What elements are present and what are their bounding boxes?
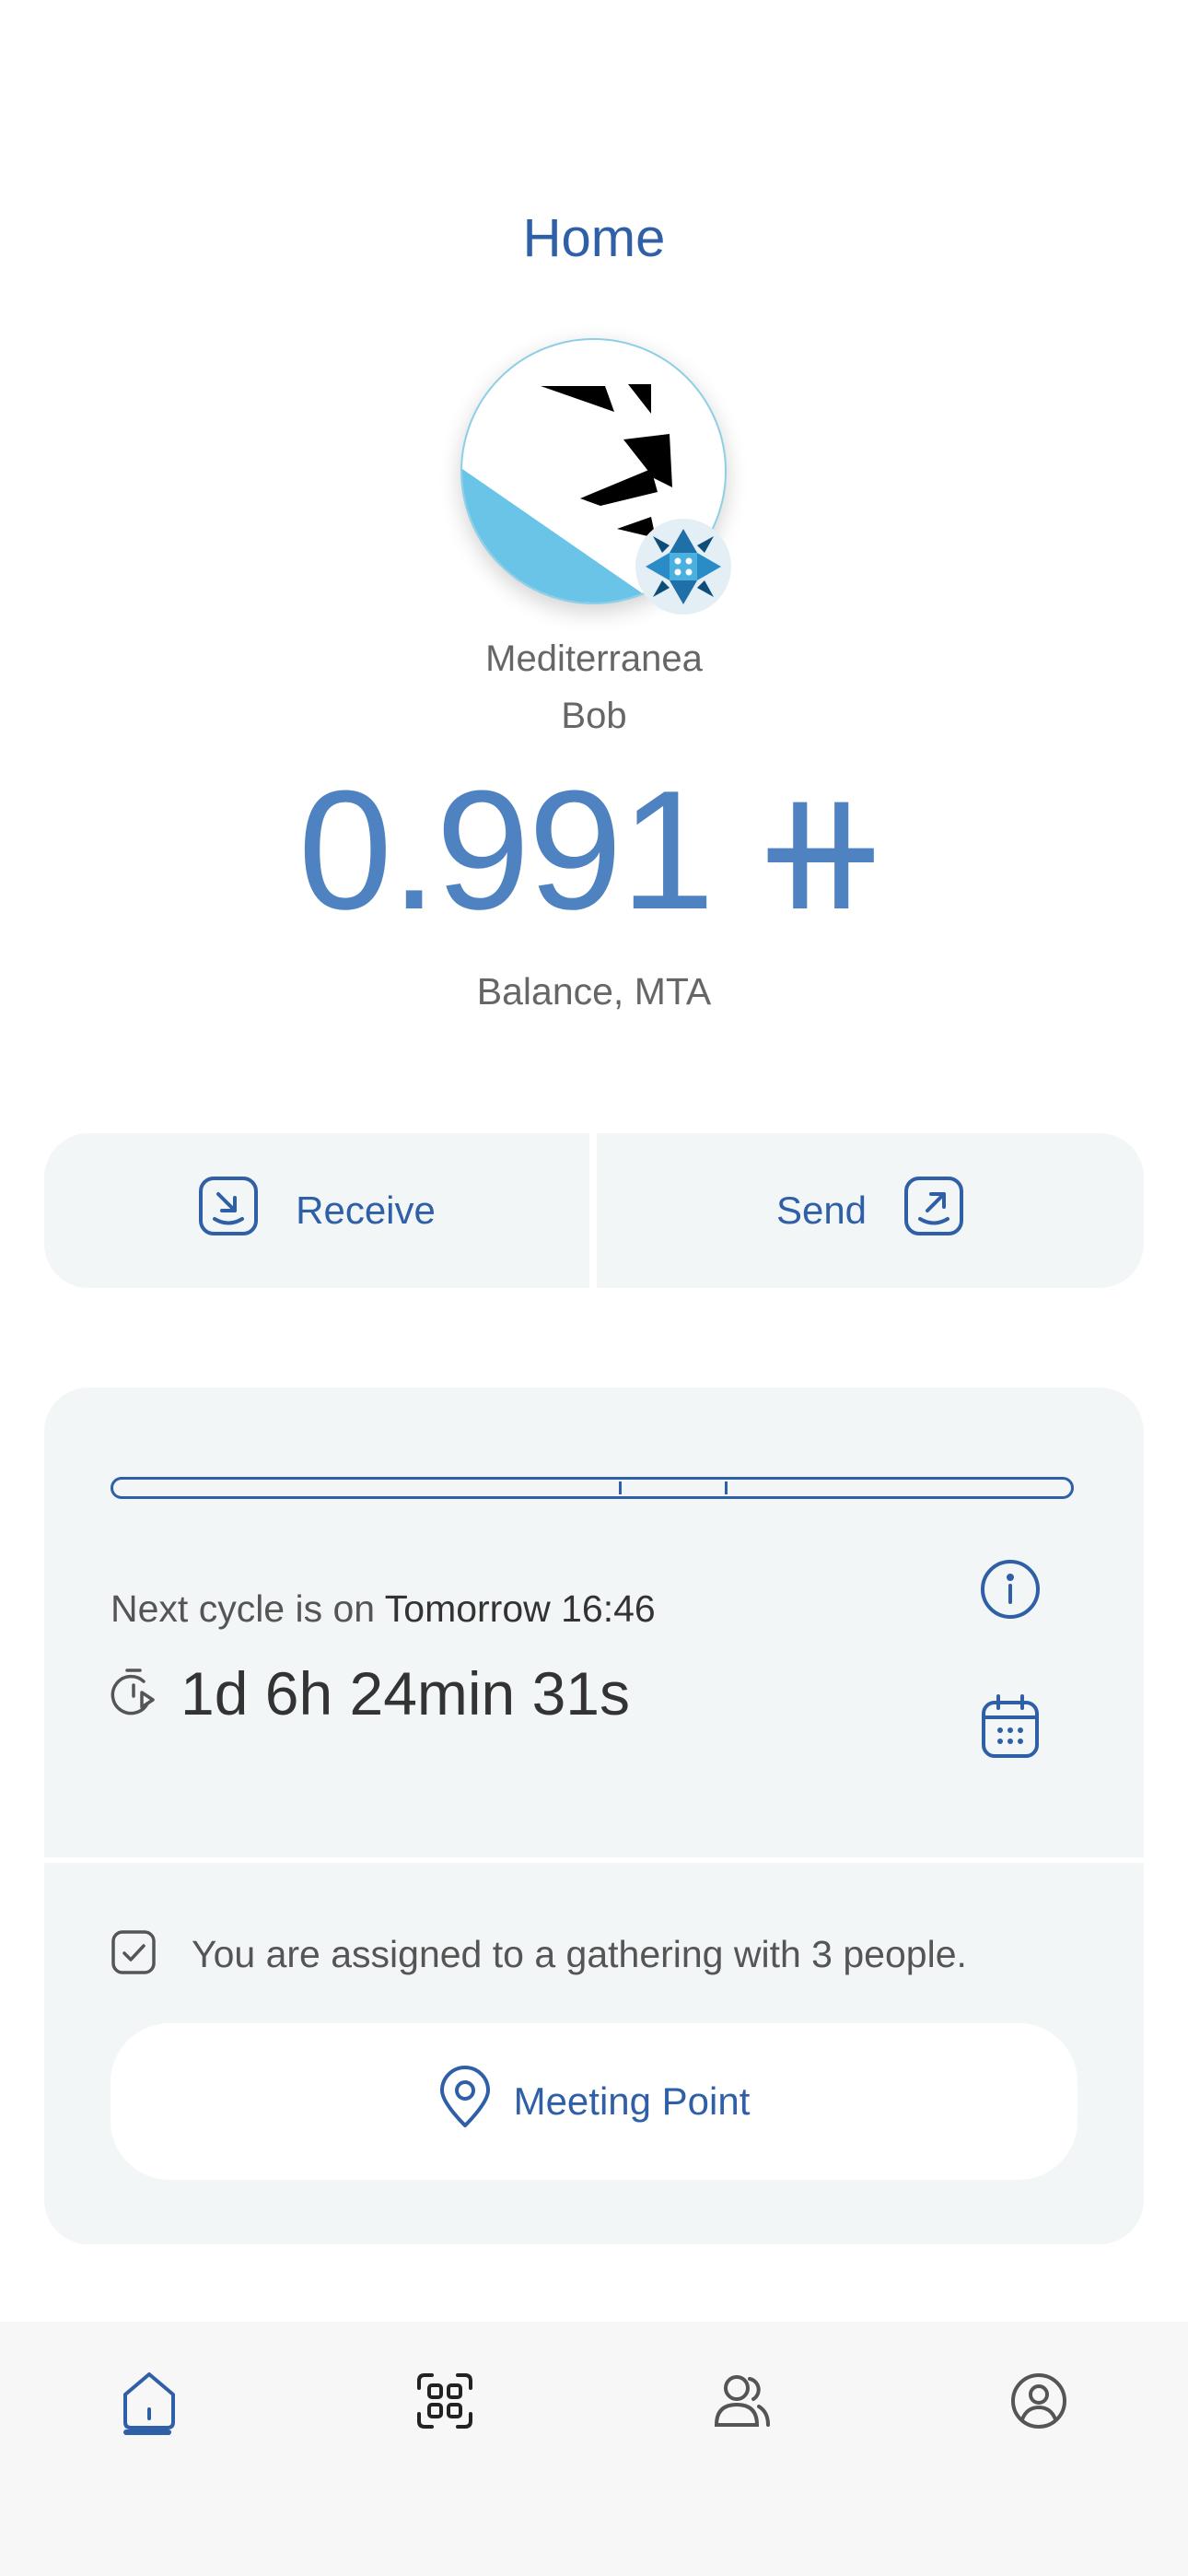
cycle-progress-bar xyxy=(111,1477,1074,1499)
check-icon xyxy=(111,1929,157,1980)
countdown-timer: 1d 6h 24min 31s xyxy=(181,1659,631,1727)
progress-marker xyxy=(725,1481,728,1494)
next-cycle-value: Tomorrow 16:46 xyxy=(384,1587,656,1630)
bottom-navigation xyxy=(0,2322,1188,2576)
community-badge-icon xyxy=(635,519,731,615)
nav-home-icon[interactable] xyxy=(112,2364,186,2438)
community-avatar[interactable] xyxy=(460,338,731,615)
timer-icon xyxy=(111,1667,157,1721)
receive-label: Receive xyxy=(296,1188,436,1232)
nav-contacts-icon[interactable] xyxy=(705,2364,779,2438)
calendar-icon[interactable] xyxy=(980,1693,1041,1760)
currency-symbol: ⧺ xyxy=(750,755,891,944)
username: Bob xyxy=(561,696,627,736)
receive-icon xyxy=(198,1176,259,1246)
nav-active-indicator xyxy=(123,2430,171,2435)
next-cycle-text: Next cycle is on Tomorrow 16:46 xyxy=(111,1587,656,1631)
nav-qr-scan-icon[interactable] xyxy=(408,2364,482,2438)
progress-marker xyxy=(619,1481,622,1494)
meeting-point-button[interactable]: Meeting Point xyxy=(111,2023,1077,2180)
meeting-point-label: Meeting Point xyxy=(513,2079,751,2123)
balance-label: Balance, MTA xyxy=(476,970,712,1013)
info-icon[interactable] xyxy=(980,1559,1041,1620)
send-icon xyxy=(903,1176,964,1246)
nav-profile-icon[interactable] xyxy=(1002,2364,1076,2438)
next-cycle-prefix: Next cycle is on xyxy=(111,1587,376,1630)
gathering-row: You are assigned to a gathering with 3 p… xyxy=(111,1929,967,1980)
gathering-text: You are assigned to a gathering with 3 p… xyxy=(192,1933,967,1975)
send-button[interactable]: Send xyxy=(597,1133,1144,1288)
countdown-row: 1d 6h 24min 31s xyxy=(111,1658,630,1728)
receive-button[interactable]: Receive xyxy=(44,1133,589,1288)
balance-value: 0.991 xyxy=(297,755,715,944)
page-title: Home xyxy=(522,208,666,268)
send-label: Send xyxy=(775,1188,868,1232)
community-name: Mediterranea xyxy=(485,638,703,679)
location-pin-icon xyxy=(438,2066,492,2137)
balance-amount: 0.991 ⧺ xyxy=(0,765,1188,934)
